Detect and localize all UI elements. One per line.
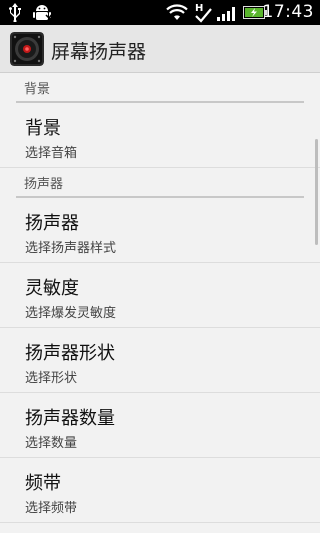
- signal-icon: [217, 7, 235, 21]
- category-label: 背景: [24, 82, 51, 97]
- svg-text:H: H: [195, 3, 203, 14]
- category-label: 扬声器: [24, 177, 64, 192]
- app-title: 屏幕扬声器: [51, 41, 147, 63]
- pref-title: 扬声器数量: [25, 408, 115, 429]
- pref-item-background[interactable]: 背景 选择音箱: [0, 103, 320, 168]
- pref-item-sensitivity[interactable]: 灵敏度 选择爆发灵敏度: [0, 263, 320, 328]
- clock: 17:43: [262, 2, 314, 22]
- scrollbar[interactable]: [315, 139, 318, 245]
- pref-item-frequency-band[interactable]: 频带 选择频带: [0, 458, 320, 523]
- pref-title: 背景: [25, 118, 61, 139]
- preference-list[interactable]: 背景 背景 选择音箱 扬声器 扬声器 选择扬声器样式 灵敏度 选择爆发灵敏度 扬…: [0, 73, 320, 533]
- pref-summary: 选择形状: [25, 371, 78, 386]
- h-network-icon: H: [195, 3, 212, 23]
- wifi-icon: [166, 4, 188, 20]
- pref-title: 扬声器形状: [25, 343, 115, 364]
- pref-title: 扬声器: [25, 213, 79, 234]
- pref-summary: 选择扬声器样式: [25, 241, 117, 256]
- pref-item-speaker-shape[interactable]: 扬声器形状 选择形状: [0, 328, 320, 393]
- pref-summary: 选择爆发灵敏度: [25, 306, 117, 321]
- android-debug-icon: [33, 5, 52, 20]
- category-header-background: 背景: [16, 73, 304, 103]
- pref-summary: 选择频带: [25, 501, 78, 516]
- pref-title: 频带: [25, 473, 61, 494]
- pref-item-speaker-count[interactable]: 扬声器数量 选择数量: [0, 393, 320, 458]
- pref-title: 灵敏度: [25, 278, 79, 299]
- action-bar: 屏幕扬声器: [0, 25, 320, 73]
- usb-icon: [9, 3, 21, 22]
- status-bar: H 17:43: [0, 0, 320, 25]
- pref-summary: 选择数量: [25, 436, 78, 451]
- pref-summary: 选择音箱: [25, 146, 78, 161]
- category-header-speaker: 扬声器: [16, 168, 304, 198]
- speaker-app-icon[interactable]: [10, 32, 44, 66]
- pref-item-speaker-style[interactable]: 扬声器 选择扬声器样式: [0, 198, 320, 263]
